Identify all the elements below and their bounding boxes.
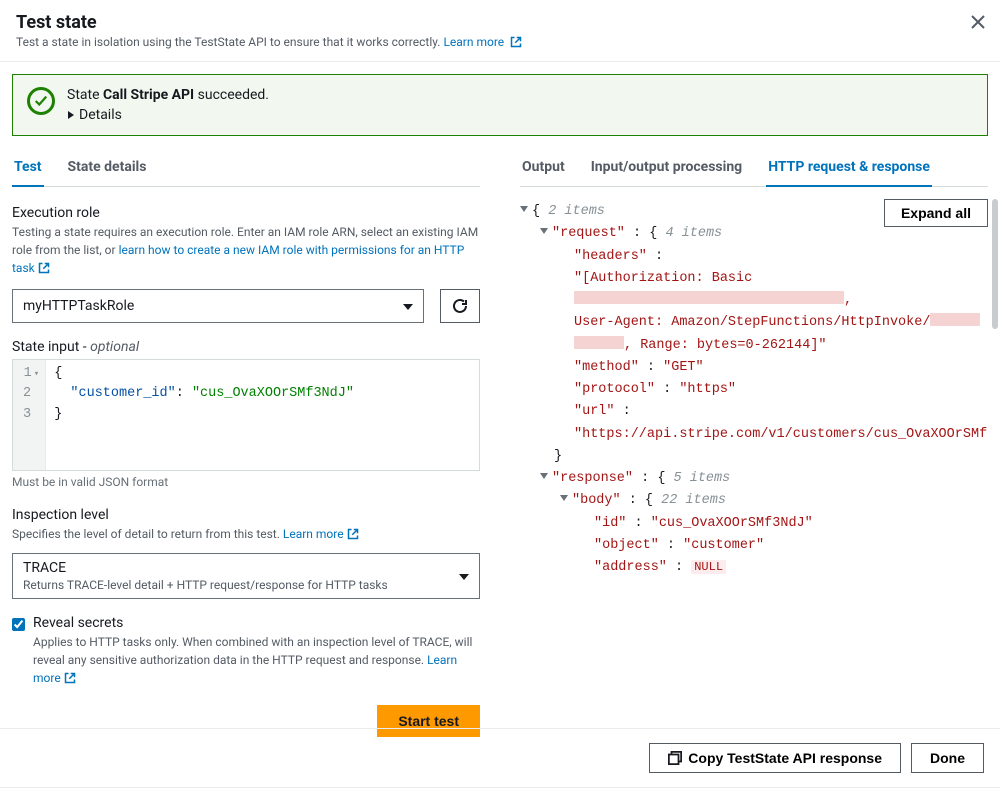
redacted-secret [930,313,980,326]
tab-http-request-response[interactable]: HTTP request & response [766,149,932,187]
editor-gutter: 1▾ 2 3 [13,360,46,470]
copy-icon [668,751,682,765]
reveal-secrets-description: Applies to HTTP tasks only. When combine… [33,633,480,689]
json-format-hint: Must be in valid JSON format [12,475,480,489]
close-button[interactable] [968,12,988,32]
json-toggle-icon[interactable] [540,228,548,234]
alert-title: State Call Stripe API succeeded. [67,87,269,103]
redacted-secret [574,291,844,304]
modal-header: Test state Test a state in isolation usi… [0,0,1000,62]
success-check-icon [27,87,55,115]
modal-footer: Copy TestState API response Done [0,728,1000,787]
refresh-icon [452,298,468,314]
success-alert: State Call Stripe API succeeded. Details [12,74,988,136]
right-tabs: Output Input/output processing HTTP requ… [520,148,988,187]
execution-role-help: Testing a state requires an execution ro… [12,223,480,279]
state-input-editor[interactable]: 1▾ 2 3 { "customer_id": "cus_OvaXOOrSMf3… [12,359,480,471]
editor-content[interactable]: { "customer_id": "cus_OvaXOOrSMf3NdJ" } [46,360,362,470]
tab-output[interactable]: Output [520,149,567,187]
caret-down-icon [403,298,413,314]
learn-more-link[interactable]: Learn more [443,35,522,49]
execution-role-select[interactable]: myHTTPTaskRole [12,289,424,323]
left-panel: Test State details Execution role Testin… [12,148,480,728]
state-input-label: State input - optional [12,339,480,355]
reveal-secrets-label: Reveal secrets [33,615,480,631]
alert-details-toggle[interactable]: Details [67,107,269,123]
external-link-icon [64,671,76,689]
redacted-secret [574,336,624,349]
right-panel: Output Input/output processing HTTP requ… [520,148,988,728]
inspection-level-value: TRACE [23,560,388,576]
json-toggle-icon[interactable] [540,473,548,479]
inspection-level-label: Inspection level [12,507,480,523]
external-link-icon [510,36,522,51]
alert-region: State Call Stripe API succeeded. Details [0,62,1000,148]
left-tabs: Test State details [12,148,480,187]
expand-all-button[interactable]: Expand all [884,199,988,227]
json-viewer[interactable]: { 2 items "request" : { 4 items "headers… [520,201,988,728]
inspection-learn-more-link[interactable]: Learn more [283,527,359,541]
scrollbar[interactable] [992,199,998,329]
json-toggle-icon[interactable] [520,206,528,212]
done-button[interactable]: Done [911,743,984,773]
external-link-icon [347,527,359,545]
tab-io-processing[interactable]: Input/output processing [589,149,745,187]
copy-response-button[interactable]: Copy TestState API response [649,743,901,773]
caret-down-icon [459,568,469,584]
modal-subtitle: Test a state in isolation using the Test… [16,35,984,51]
external-link-icon [38,261,50,279]
inspection-level-description: Returns TRACE-level detail + HTTP reques… [23,578,388,592]
execution-role-label: Execution role [12,205,480,221]
tab-state-details[interactable]: State details [66,149,149,187]
modal-title: Test state [16,12,984,33]
tab-test[interactable]: Test [12,149,44,187]
json-toggle-icon[interactable] [560,495,568,501]
reveal-secrets-checkbox[interactable] [12,617,25,632]
refresh-roles-button[interactable] [440,289,480,323]
test-state-modal: Test state Test a state in isolation usi… [0,0,1000,788]
inspection-level-select[interactable]: TRACE Returns TRACE-level detail + HTTP … [12,553,480,599]
inspection-level-help: Specifies the level of detail to return … [12,525,480,545]
execution-role-value: myHTTPTaskRole [23,298,134,314]
